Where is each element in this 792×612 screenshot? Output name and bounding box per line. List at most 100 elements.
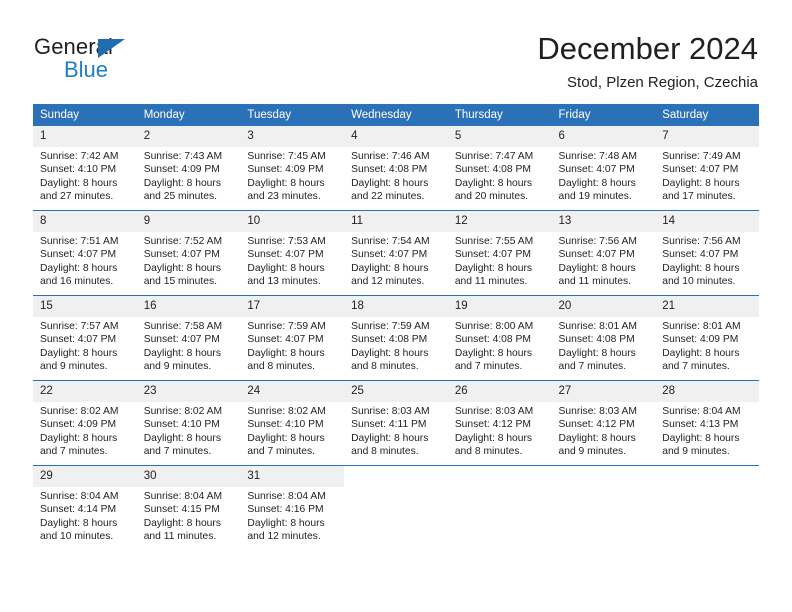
calendar-day-cell[interactable]: 14 Sunrise: 7:56 AM Sunset: 4:07 PM Dayligh…	[655, 210, 759, 296]
calendar-day-cell[interactable]: 26 Sunrise: 8:03 AM Sunset: 4:12 PM Dayligh…	[447, 380, 552, 466]
day-number: 22	[33, 381, 137, 402]
calendar-day-cell[interactable]: 7 Sunrise: 7:49 AM Sunset: 4:07 PM Daylight…	[655, 126, 759, 211]
day-sunset-text: Sunset: 4:12 PM	[454, 419, 531, 431]
calendar-day-cell[interactable]: 22 Sunrise: 8:02 AM Sunset: 4:09 PM Dayligh…	[33, 380, 137, 466]
day-number: 7	[655, 126, 759, 147]
calendar-week-row: 1 Sunrise: 7:42 AM Sunset: 4:10 PM Daylight…	[33, 126, 759, 211]
day-daylight2-text: and 27 minutes.	[40, 191, 114, 203]
day-sunset-text: Sunset: 4:07 PM	[143, 334, 220, 346]
day-number: 25	[344, 381, 448, 402]
day-sunrise-text: Sunrise: 7:54 AM	[351, 236, 430, 247]
calendar-day-cell[interactable]: 16 Sunrise: 7:58 AM Sunset: 4:07 PM Dayligh…	[136, 295, 241, 381]
day-number: 8	[33, 211, 137, 232]
day-number: 3	[240, 126, 345, 147]
day-sunrise-text: Sunrise: 8:04 AM	[143, 491, 223, 502]
day-number: 29	[33, 466, 137, 487]
day-sunset-text: Sunset: 4:10 PM	[143, 419, 220, 431]
calendar-day-cell[interactable]: 21 Sunrise: 8:01 AM Sunset: 4:09 PM Dayligh…	[655, 295, 759, 381]
day-cell-content: 30 Sunrise: 8:04 AM Sunset: 4:15 PM Dayligh…	[136, 466, 241, 550]
day-daylight2-text: and 12 minutes.	[247, 531, 321, 543]
calendar-day-cell[interactable]: 8 Sunrise: 7:51 AM Sunset: 4:07 PM Daylight…	[33, 210, 137, 296]
day-daylight1-text: Daylight: 8 hours	[40, 177, 118, 189]
calendar-day-cell[interactable]: 23 Sunrise: 8:02 AM Sunset: 4:10 PM Dayligh…	[136, 380, 241, 466]
day-sunset-text: Sunset: 4:12 PM	[558, 419, 635, 431]
day-number: 17	[240, 296, 345, 317]
calendar-day-cell[interactable]: 5 Sunrise: 7:47 AM Sunset: 4:08 PM Daylight…	[447, 126, 552, 211]
calendar-day-cell[interactable]: 25 Sunrise: 8:03 AM Sunset: 4:11 PM Dayligh…	[344, 380, 448, 466]
day-daylight1-text: Daylight: 8 hours	[143, 517, 221, 529]
calendar-day-cell[interactable]: 10 Sunrise: 7:53 AM Sunset: 4:07 PM Dayligh…	[240, 210, 345, 296]
calendar-day-cell[interactable]: 17 Sunrise: 7:59 AM Sunset: 4:07 PM Dayligh…	[240, 295, 345, 381]
day-daylight1-text: Daylight: 8 hours	[558, 432, 636, 444]
day-sunrise-text: Sunrise: 8:04 AM	[662, 406, 741, 417]
day-sunset-text: Sunset: 4:07 PM	[662, 164, 739, 176]
day-number	[344, 466, 448, 487]
day-sunset-text: Sunset: 4:08 PM	[454, 334, 531, 346]
calendar-day-cell[interactable]: 13 Sunrise: 7:56 AM Sunset: 4:07 PM Dayligh…	[551, 210, 656, 296]
weekday-header-saturday: Saturday	[655, 104, 759, 126]
day-cell-content	[552, 466, 656, 550]
calendar-day-cell[interactable]: 11 Sunrise: 7:54 AM Sunset: 4:07 PM Dayligh…	[344, 210, 448, 296]
day-sunset-text: Sunset: 4:07 PM	[40, 334, 117, 346]
day-daylight2-text: and 8 minutes.	[247, 361, 315, 373]
day-cell-content: 31 Sunrise: 8:04 AM Sunset: 4:16 PM Dayligh…	[240, 466, 345, 550]
general-blue-logo[interactable]: General Blue	[34, 34, 234, 86]
calendar-day-cell[interactable]: 28 Sunrise: 8:04 AM Sunset: 4:13 PM Dayligh…	[655, 380, 759, 466]
day-details: Sunrise: 8:02 AM Sunset: 4:09 PM Daylight:…	[33, 402, 137, 459]
day-sunrise-text: Sunrise: 7:45 AM	[247, 151, 326, 162]
day-sunrise-text: Sunrise: 7:59 AM	[351, 321, 430, 332]
day-daylight2-text: and 23 minutes.	[247, 191, 321, 203]
day-details: Sunrise: 7:57 AM Sunset: 4:07 PM Daylight:…	[33, 317, 137, 374]
day-sunset-text: Sunset: 4:07 PM	[351, 249, 428, 261]
day-number: 4	[344, 126, 448, 147]
calendar-day-cell[interactable]: 2 Sunrise: 7:43 AM Sunset: 4:09 PM Daylight…	[136, 126, 241, 211]
calendar-day-cell[interactable]: 9 Sunrise: 7:52 AM Sunset: 4:07 PM Daylight…	[136, 210, 241, 296]
day-daylight1-text: Daylight: 8 hours	[662, 347, 740, 359]
day-daylight1-text: Daylight: 8 hours	[351, 177, 429, 189]
day-number: 28	[655, 381, 759, 402]
day-daylight2-text: and 25 minutes.	[143, 191, 217, 203]
day-daylight1-text: Daylight: 8 hours	[351, 432, 429, 444]
day-details: Sunrise: 7:45 AM Sunset: 4:09 PM Daylight:…	[240, 147, 344, 204]
calendar-day-cell[interactable]: 19 Sunrise: 8:00 AM Sunset: 4:08 PM Dayligh…	[447, 295, 552, 381]
calendar-day-cell[interactable]: 6 Sunrise: 7:48 AM Sunset: 4:07 PM Daylight…	[551, 126, 656, 211]
day-daylight2-text: and 7 minutes.	[558, 361, 627, 373]
day-details: Sunrise: 8:03 AM Sunset: 4:12 PM Daylight:…	[448, 402, 552, 459]
day-daylight1-text: Daylight: 8 hours	[143, 177, 221, 189]
day-sunset-text: Sunset: 4:14 PM	[40, 504, 117, 516]
calendar-day-cell[interactable]: 12 Sunrise: 7:55 AM Sunset: 4:07 PM Dayligh…	[447, 210, 552, 296]
day-cell-content: 2 Sunrise: 7:43 AM Sunset: 4:09 PM Daylight…	[136, 126, 241, 210]
day-cell-content: 4 Sunrise: 7:46 AM Sunset: 4:08 PM Daylight…	[344, 126, 448, 210]
calendar-day-cell[interactable]: 15 Sunrise: 7:57 AM Sunset: 4:07 PM Dayligh…	[33, 295, 137, 381]
calendar-day-cell[interactable]: 1 Sunrise: 7:42 AM Sunset: 4:10 PM Daylight…	[33, 126, 137, 211]
day-details: Sunrise: 7:51 AM Sunset: 4:07 PM Daylight:…	[33, 232, 137, 289]
calendar-day-cell[interactable]: 20 Sunrise: 8:01 AM Sunset: 4:08 PM Dayligh…	[551, 295, 656, 381]
calendar-day-cell[interactable]: 24 Sunrise: 8:02 AM Sunset: 4:10 PM Dayligh…	[240, 380, 345, 466]
calendar-day-cell[interactable]: 30 Sunrise: 8:04 AM Sunset: 4:15 PM Dayligh…	[136, 465, 241, 550]
day-details: Sunrise: 7:47 AM Sunset: 4:08 PM Daylight:…	[448, 147, 552, 204]
calendar-day-cell[interactable]: 29 Sunrise: 8:04 AM Sunset: 4:14 PM Dayligh…	[33, 465, 137, 550]
calendar-day-cell[interactable]: 27 Sunrise: 8:03 AM Sunset: 4:12 PM Dayligh…	[551, 380, 656, 466]
day-number: 18	[344, 296, 448, 317]
day-sunrise-text: Sunrise: 7:48 AM	[558, 151, 637, 162]
day-sunrise-text: Sunrise: 8:04 AM	[247, 491, 326, 502]
day-daylight1-text: Daylight: 8 hours	[143, 432, 221, 444]
calendar-day-cell[interactable]: 4 Sunrise: 7:46 AM Sunset: 4:08 PM Daylight…	[344, 126, 448, 211]
weekday-header-tuesday: Tuesday	[240, 104, 345, 126]
day-cell-content: 22 Sunrise: 8:02 AM Sunset: 4:09 PM Dayligh…	[33, 381, 137, 465]
day-details: Sunrise: 8:00 AM Sunset: 4:08 PM Daylight:…	[448, 317, 552, 374]
weekday-header-sunday: Sunday	[33, 104, 137, 126]
day-number: 13	[551, 211, 656, 232]
day-daylight1-text: Daylight: 8 hours	[454, 262, 533, 274]
calendar-day-cell[interactable]: 18 Sunrise: 7:59 AM Sunset: 4:08 PM Dayligh…	[344, 295, 448, 381]
day-details: Sunrise: 8:03 AM Sunset: 4:11 PM Daylight:…	[344, 402, 448, 459]
calendar-day-cell[interactable]: 31 Sunrise: 8:04 AM Sunset: 4:16 PM Dayligh…	[240, 465, 345, 550]
day-daylight1-text: Daylight: 8 hours	[662, 262, 740, 274]
day-sunset-text: Sunset: 4:09 PM	[40, 419, 117, 431]
calendar-day-cell[interactable]: 3 Sunrise: 7:45 AM Sunset: 4:09 PM Daylight…	[240, 126, 345, 211]
calendar-empty-cell	[344, 465, 448, 550]
day-sunset-text: Sunset: 4:09 PM	[662, 334, 739, 346]
calendar-week-row: 22 Sunrise: 8:02 AM Sunset: 4:09 PM Dayligh…	[33, 380, 759, 466]
day-daylight2-text: and 9 minutes.	[662, 446, 730, 458]
day-details: Sunrise: 8:04 AM Sunset: 4:15 PM Daylight:…	[137, 487, 241, 544]
